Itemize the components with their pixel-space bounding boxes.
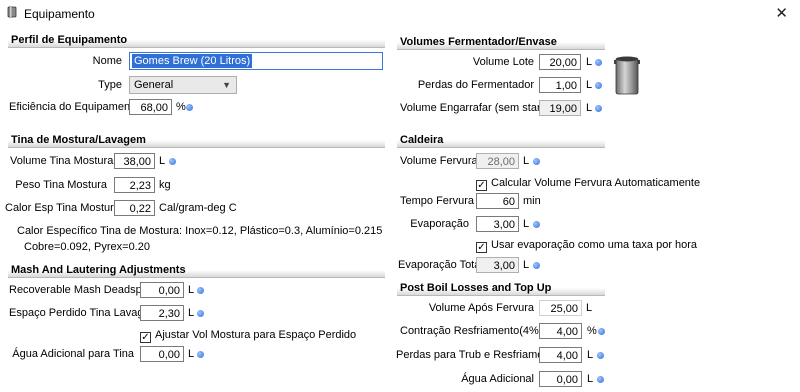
evaporacao-total-value: 3,00 <box>476 257 519 273</box>
peso-tina-input[interactable]: 2,23 <box>114 177 155 193</box>
usar-taxa-checkbox[interactable]: ✓ Usar evaporação como uma taxa por hora <box>476 238 697 253</box>
deadspace-input[interactable]: 0,00 <box>140 282 184 298</box>
volume-fervura-value: 28,00 <box>476 153 519 169</box>
section-perfil-title: Perfil de Equipamento <box>8 33 385 48</box>
nome-input[interactable]: Gomes Brew (20 Litros) <box>129 52 383 70</box>
chevron-down-icon: ▼ <box>222 80 231 90</box>
deadspace-unit: L <box>188 284 195 296</box>
calor-tina-unit: Cal/gram-deg C <box>159 202 237 214</box>
kettle-icon <box>614 56 640 95</box>
perdas-fermentador-unit: L <box>586 79 593 91</box>
info-dot-icon[interactable] <box>197 351 204 358</box>
checkbox-check-icon: ✓ <box>476 180 487 191</box>
agua-tina-unit: L <box>188 348 195 360</box>
checkbox-check-icon: ✓ <box>476 242 487 253</box>
volume-apos-fervura-label: Volume Após Fervura <box>428 302 534 314</box>
volume-tina-unit: L <box>159 155 166 167</box>
info-dot-icon[interactable] <box>186 104 193 111</box>
calor-note-line2: Cobre=0.092, Pyrex=0.20 <box>24 241 150 253</box>
perdas-fermentador-input[interactable]: 1,00 <box>539 77 581 93</box>
eficiencia-unit: % <box>176 101 186 113</box>
ajustar-checkbox[interactable]: ✓ Ajustar Vol Mostura para Espaço Perdido <box>140 328 356 343</box>
agua-adicional-label: Água Adicional <box>461 373 534 385</box>
close-icon[interactable]: ✕ <box>775 4 788 22</box>
volume-lote-input[interactable]: 20,00 <box>539 54 581 70</box>
contracao-unit: % <box>587 325 597 337</box>
info-dot-icon[interactable] <box>597 376 604 383</box>
nome-label: Nome <box>92 55 122 67</box>
volume-apos-fervura-value: 25,00 <box>539 300 582 316</box>
nome-value: Gomes Brew (20 Litros) <box>132 54 253 68</box>
info-dot-icon[interactable] <box>533 221 540 228</box>
deadspace-label: Recoverable Mash Deadspace <box>9 284 160 296</box>
perdas-trub-label: Perdas para Trub e Resfriamento <box>396 349 559 361</box>
espaco-label: Espaço Perdido Tina Lavagem <box>9 307 159 319</box>
eficiencia-input[interactable]: 68,00 <box>129 99 172 115</box>
evaporacao-total-unit: L <box>523 259 530 271</box>
usar-taxa-label: Usar evaporação como uma taxa por hora <box>491 239 698 251</box>
info-dot-icon[interactable] <box>169 158 176 165</box>
calor-tina-label: Calor Esp Tina Mostura <box>5 202 120 214</box>
agua-tina-input[interactable]: 0,00 <box>140 346 184 362</box>
section-volumes-title: Volumes Fermentador/Envase <box>397 35 605 50</box>
perdas-trub-input[interactable]: 4,00 <box>539 347 582 363</box>
espaco-unit: L <box>188 307 195 319</box>
equipment-window-icon <box>7 6 17 18</box>
volume-engarrafar-label: Volume Engarrafar (sem starter) <box>400 102 558 114</box>
type-value: General <box>134 79 174 91</box>
calcular-checkbox[interactable]: ✓ Calcular Volume Fervura Automaticamente <box>476 176 700 191</box>
section-mash-title: Mash And Lautering Adjustments <box>8 263 385 278</box>
type-select[interactable]: General ▼ <box>129 76 237 94</box>
peso-tina-label: Peso Tina Mostura <box>15 179 107 191</box>
calor-note-line1: Calor Específico Tina de Mostura: Inox=0… <box>17 225 383 237</box>
calcular-label: Calcular Volume Fervura Automaticamente <box>491 177 701 189</box>
volume-lote-label: Volume Lote <box>472 56 534 68</box>
contracao-label: Contração Resfriamento(4%) <box>400 325 543 337</box>
info-dot-icon[interactable] <box>197 310 204 317</box>
contracao-input[interactable]: 4,00 <box>539 323 582 339</box>
volume-tina-input[interactable]: 38,00 <box>114 153 155 169</box>
info-dot-icon[interactable] <box>533 158 540 165</box>
calor-tina-input[interactable]: 0,22 <box>114 200 155 216</box>
info-dot-icon[interactable] <box>595 105 602 112</box>
section-tina-title: Tina de Mostura/Lavagem <box>8 133 385 148</box>
window-titlebar: Equipamento ✕ <box>0 0 800 26</box>
type-label: Type <box>98 79 122 91</box>
volume-apos-fervura-unit: L <box>586 302 593 314</box>
info-dot-icon[interactable] <box>533 262 540 269</box>
volume-fervura-label: Volume Fervura <box>400 155 478 167</box>
perdas-fermentador-label: Perdas do Fermentador <box>417 79 534 91</box>
peso-tina-unit: kg <box>159 179 171 191</box>
info-dot-icon[interactable] <box>595 82 602 89</box>
info-dot-icon[interactable] <box>598 328 605 335</box>
agua-adicional-input[interactable]: 0,00 <box>539 371 582 387</box>
volume-engarrafar-value: 19,00 <box>539 100 581 116</box>
agua-tina-label: Água Adicional para Tina <box>12 348 134 360</box>
volume-lote-unit: L <box>586 56 593 68</box>
tempo-fervura-label: Tempo Fervura <box>400 195 474 207</box>
volume-fervura-unit: L <box>523 155 530 167</box>
evaporacao-input[interactable]: 3,00 <box>476 216 519 232</box>
evaporacao-label: Evaporação <box>410 218 469 230</box>
section-caldeira-title: Caldeira <box>397 133 605 148</box>
espaco-input[interactable]: 2,30 <box>140 305 184 321</box>
ajustar-label: Ajustar Vol Mostura para Espaço Perdido <box>155 329 357 341</box>
volume-tina-label: Volume Tina Mostura <box>10 155 114 167</box>
info-dot-icon[interactable] <box>197 287 204 294</box>
tempo-fervura-unit: min <box>523 195 541 207</box>
window-title: Equipamento <box>24 7 95 21</box>
tempo-fervura-input[interactable]: 60 <box>476 193 519 209</box>
section-postboil-title: Post Boil Losses and Top Up <box>397 281 605 296</box>
evaporacao-total-label: Evaporação Total <box>398 259 483 271</box>
agua-adicional-unit: L <box>587 373 594 385</box>
info-dot-icon[interactable] <box>597 352 604 359</box>
evaporacao-unit: L <box>523 218 530 230</box>
info-dot-icon[interactable] <box>595 59 602 66</box>
perdas-trub-unit: L <box>587 349 594 361</box>
volume-engarrafar-unit: L <box>586 102 593 114</box>
checkbox-check-icon: ✓ <box>140 332 151 343</box>
eficiencia-label: Eficiência do Equipamento <box>9 101 140 113</box>
